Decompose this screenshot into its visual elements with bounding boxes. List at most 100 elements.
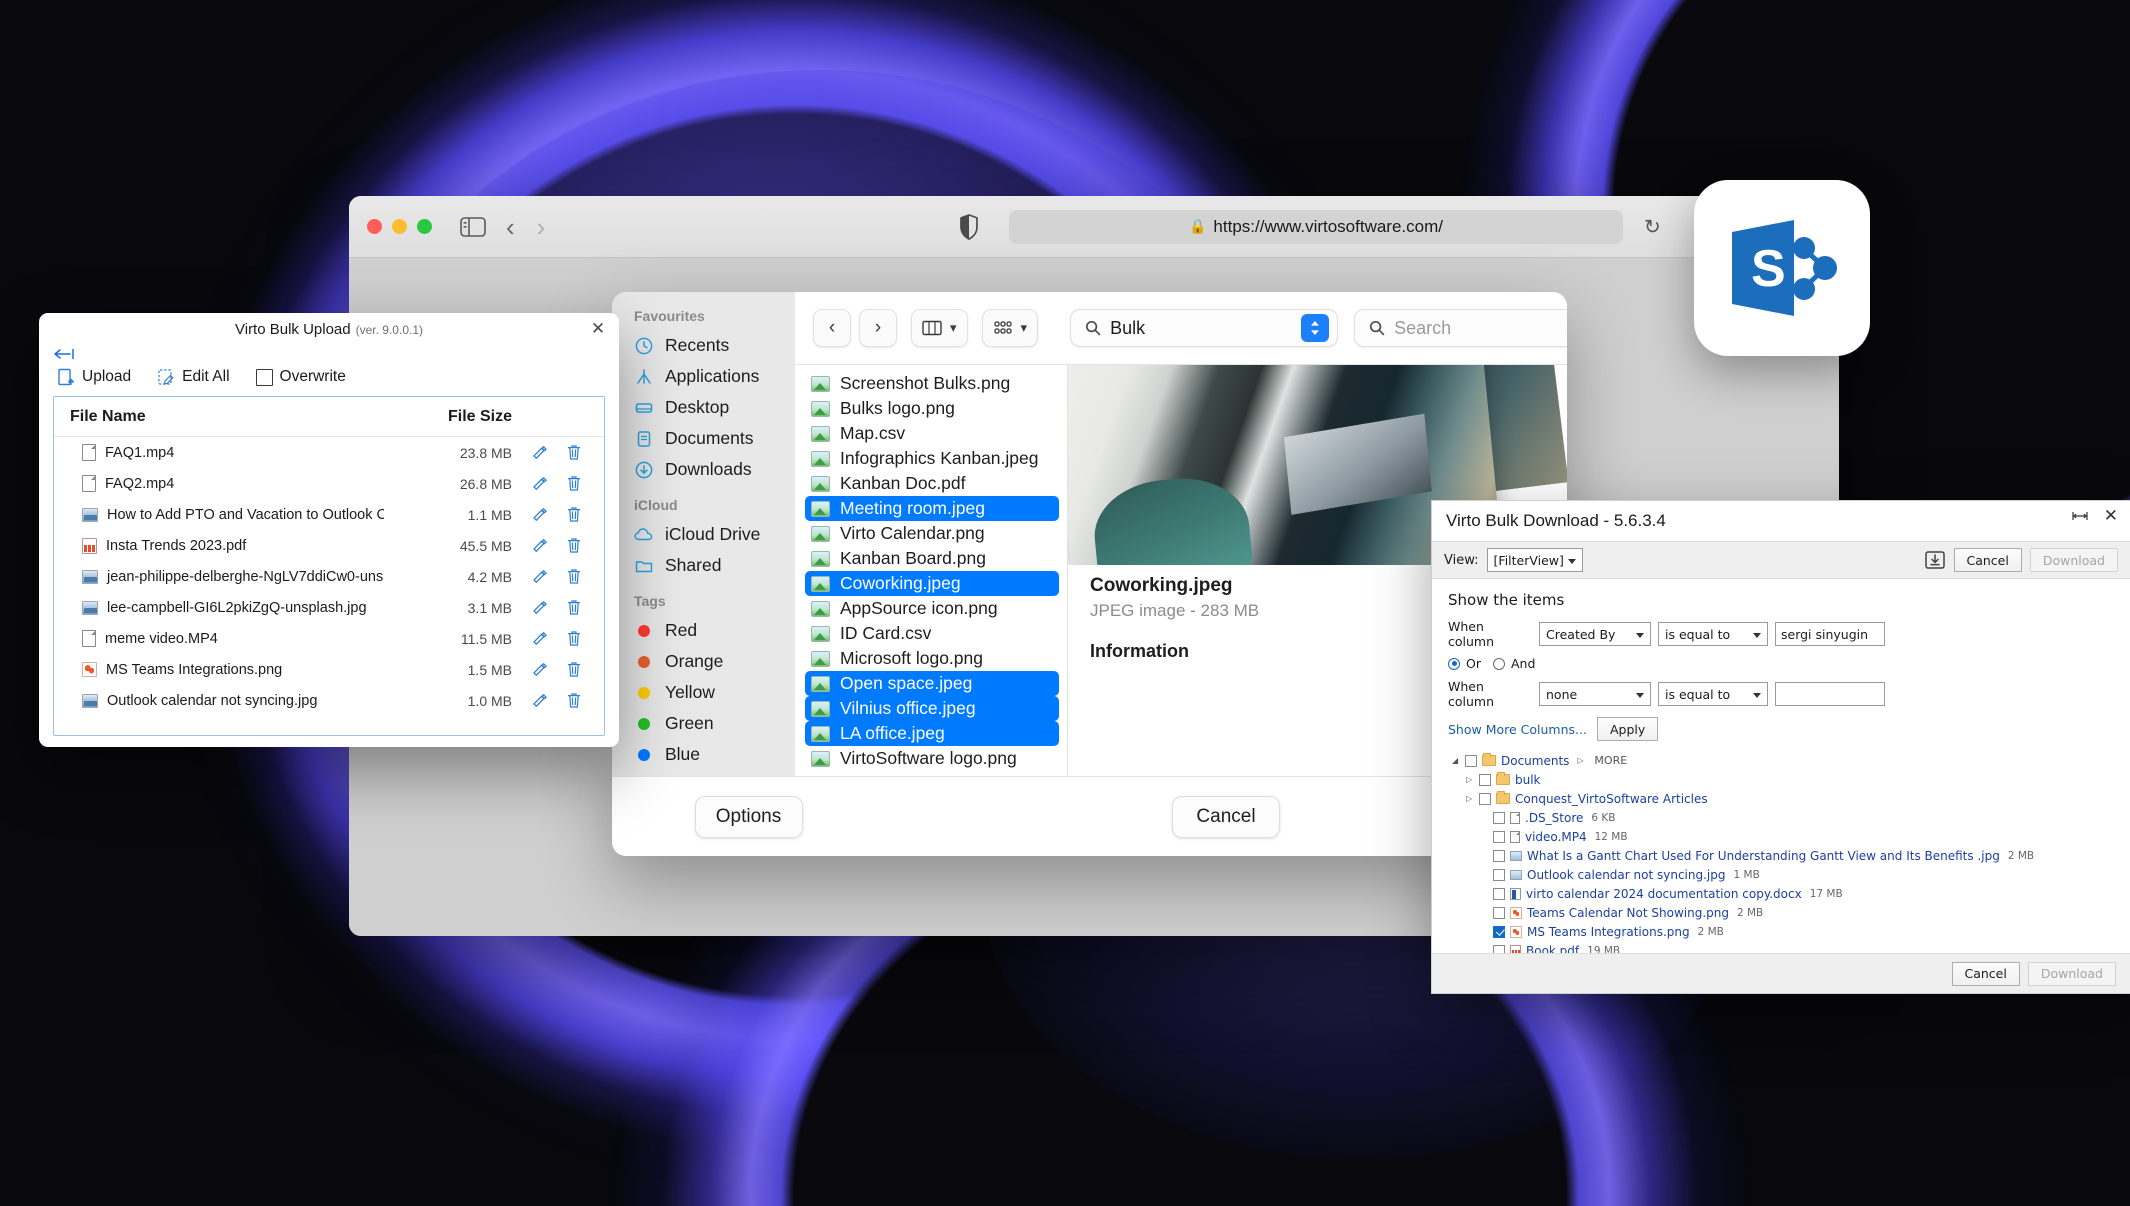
tree-row[interactable]: video.MP4 12 MB <box>1450 827 2114 846</box>
pencil-icon[interactable] <box>531 661 548 678</box>
tree-checkbox[interactable] <box>1493 887 1505 900</box>
finder-file-row[interactable]: AppSource icon.png <box>795 596 1067 621</box>
privacy-shield-icon[interactable] <box>959 213 979 240</box>
back-arrow-icon[interactable] <box>39 346 619 360</box>
maximize-window-button[interactable] <box>417 219 432 234</box>
table-row[interactable]: How to Add PTO and Vacation to Outlook C… <box>54 499 604 530</box>
trash-icon[interactable] <box>566 692 582 709</box>
pencil-icon[interactable] <box>531 506 548 523</box>
finder-view-mode-button[interactable]: ▾ <box>911 309 968 347</box>
tree-row[interactable]: Outlook calendar not syncing.jpg 1 MB <box>1450 865 2114 884</box>
trash-icon[interactable] <box>566 661 582 678</box>
filter-operator-select-2[interactable]: is equal to <box>1658 682 1768 706</box>
tree-row[interactable]: Teams Calendar Not Showing.png 2 MB <box>1450 903 2114 922</box>
sidebar-tag-red[interactable]: Red <box>612 615 795 646</box>
show-more-columns-link[interactable]: Show More Columns... <box>1448 722 1587 737</box>
pencil-icon[interactable] <box>531 630 548 647</box>
twisty-open-icon[interactable]: ◢ <box>1452 756 1460 765</box>
apply-button[interactable]: Apply <box>1596 717 1659 741</box>
trash-icon[interactable] <box>566 475 582 492</box>
ribbon-download-button[interactable]: Download <box>2029 548 2118 572</box>
finder-file-row[interactable]: Map.csv <box>795 421 1067 446</box>
finder-file-row[interactable]: ID Card.csv <box>795 621 1067 646</box>
back-chevron-icon[interactable]: ‹ <box>506 214 515 240</box>
tree-checkbox[interactable] <box>1493 925 1505 938</box>
table-row[interactable]: FAQ1.mp4 23.8 MB <box>54 437 604 468</box>
tree-row[interactable]: What Is a Gantt Chart Used For Understan… <box>1450 846 2114 865</box>
trash-icon[interactable] <box>566 444 582 461</box>
pencil-icon[interactable] <box>531 475 548 492</box>
trash-icon[interactable] <box>566 568 582 585</box>
filter-value-input-1[interactable]: sergi sinyugin <box>1775 622 1885 646</box>
view-select[interactable]: [FilterView] <box>1486 548 1583 572</box>
close-window-button[interactable] <box>367 219 382 234</box>
finder-file-row[interactable]: Meeting room.jpeg <box>805 496 1059 521</box>
checkbox-icon[interactable] <box>255 368 273 386</box>
forward-chevron-icon[interactable]: › <box>537 214 546 240</box>
table-row[interactable]: MS Teams Integrations.png 1.5 MB <box>54 654 604 685</box>
tree-checkbox[interactable] <box>1493 811 1505 824</box>
tree-row[interactable]: ◢ Documents ▷ MORE <box>1450 751 2114 770</box>
resize-icon[interactable] <box>2072 511 2088 521</box>
pencil-icon[interactable] <box>531 537 548 554</box>
pencil-icon[interactable] <box>531 568 548 585</box>
tree-row[interactable]: ▷ bulk <box>1450 770 2114 789</box>
overwrite-checkbox-group[interactable]: Overwrite <box>255 368 346 386</box>
sidebar-tag-orange[interactable]: Orange <box>612 646 795 677</box>
tree-checkbox[interactable] <box>1493 849 1505 862</box>
pencil-icon[interactable] <box>531 692 548 709</box>
table-row[interactable]: meme video.MP4 11.5 MB <box>54 623 604 654</box>
finder-filter-field[interactable]: Bulk <box>1070 309 1339 347</box>
finder-file-row[interactable]: Kanban Doc.pdf <box>795 471 1067 496</box>
tree-row[interactable]: MS Teams Integrations.png 2 MB <box>1450 922 2114 941</box>
sidebar-item-icloud-drive[interactable]: iCloud Drive <box>612 519 795 550</box>
sidebar-tag-blue[interactable]: Blue <box>612 739 795 770</box>
tree-row[interactable]: .DS_Store 6 KB <box>1450 808 2114 827</box>
filter-column-select-1[interactable]: Created By <box>1539 622 1651 646</box>
finder-back-button[interactable]: ‹ <box>813 309 851 347</box>
minimize-window-button[interactable] <box>392 219 407 234</box>
finder-group-by-button[interactable]: ▾ <box>981 309 1039 347</box>
sidebar-item-recents[interactable]: Recents <box>612 330 795 361</box>
finder-file-row[interactable]: Coworking.jpeg <box>805 571 1059 596</box>
finder-file-row[interactable]: Infographics Kanban.jpeg <box>795 446 1067 471</box>
tree-row[interactable]: virto calendar 2024 documentation copy.d… <box>1450 884 2114 903</box>
reload-icon[interactable]: ↻ <box>1644 214 1661 239</box>
close-icon[interactable]: ✕ <box>2104 508 2118 525</box>
tree-checkbox[interactable] <box>1479 792 1491 805</box>
filter-operator-select-1[interactable]: is equal to <box>1658 622 1768 646</box>
twisty-closed-icon[interactable]: ▷ <box>1466 794 1474 803</box>
sidebar-item-documents[interactable]: Documents <box>612 423 795 454</box>
finder-file-row[interactable]: Microsoft logo.png <box>795 646 1067 671</box>
finder-file-row[interactable]: VirtoSoftware logo.png <box>795 746 1067 771</box>
tree-checkbox[interactable] <box>1493 868 1505 881</box>
finder-file-row[interactable]: Bulks logo.png <box>795 396 1067 421</box>
tree-checkbox[interactable] <box>1479 773 1491 786</box>
table-row[interactable]: Outlook calendar not syncing.jpg 1.0 MB <box>54 685 604 716</box>
options-button[interactable]: Options <box>694 795 803 838</box>
finder-file-row[interactable]: Screenshot Bulks.png <box>795 371 1067 396</box>
finder-file-row[interactable]: Vilnius office.jpeg <box>805 696 1059 721</box>
finder-forward-button[interactable]: › <box>859 309 897 347</box>
tree-more-label[interactable]: MORE <box>1594 754 1627 767</box>
filter-column-select-2[interactable]: none <box>1539 682 1651 706</box>
twisty-closed-icon[interactable]: ▷ <box>1577 756 1585 765</box>
browser-url-bar[interactable]: 🔒 https://www.virtosoftware.com/ <box>1009 209 1623 244</box>
stepper-icon[interactable] <box>1301 314 1330 342</box>
tree-row[interactable]: ▷ Conquest_VirtoSoftware Articles <box>1450 789 2114 808</box>
finder-file-row[interactable]: LA office.jpeg <box>805 721 1059 746</box>
footer-cancel-button[interactable]: Cancel <box>1951 961 2020 986</box>
sidebar-tag-green[interactable]: Green <box>612 708 795 739</box>
finder-search-input[interactable]: Search <box>1354 309 1567 347</box>
filter-value-input-2[interactable] <box>1775 682 1885 706</box>
trash-icon[interactable] <box>566 537 582 554</box>
trash-icon[interactable] <box>566 630 582 647</box>
sidebar-item-shared[interactable]: Shared <box>612 550 795 581</box>
pencil-icon[interactable] <box>531 444 548 461</box>
sidebar-item-applications[interactable]: Applications <box>612 361 795 392</box>
sidebar-item-downloads[interactable]: Downloads <box>612 454 795 485</box>
finder-file-row[interactable]: Virto Calendar.png <box>795 521 1067 546</box>
table-row[interactable]: FAQ2.mp4 26.8 MB <box>54 468 604 499</box>
trash-icon[interactable] <box>566 506 582 523</box>
table-row[interactable]: jean-philippe-delberghe-NgLV7ddiCw0-unsp… <box>54 561 604 592</box>
